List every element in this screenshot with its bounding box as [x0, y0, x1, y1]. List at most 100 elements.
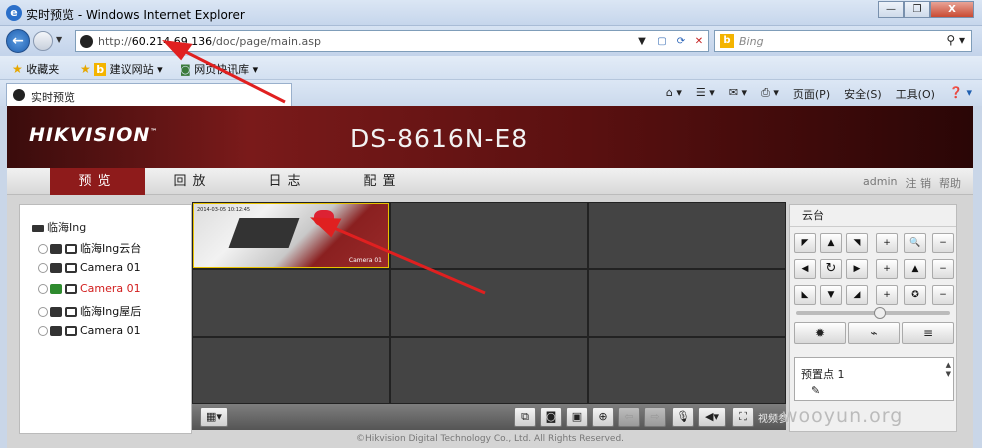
ptz-down-left-button[interactable]: ◣ [794, 285, 816, 305]
page-menu[interactable]: 页面(P) [793, 86, 830, 102]
focus-far-button[interactable]: − [932, 259, 954, 279]
menu-preview[interactable]: 预览 [50, 168, 145, 195]
zoom-out-button[interactable]: − [932, 233, 954, 253]
stop-all-preview-button[interactable]: ⧉ [514, 407, 536, 427]
iris-icon[interactable]: ✪ [904, 285, 926, 305]
video-window[interactable] [391, 337, 587, 403]
suggested-sites-link[interactable]: ★ b 建议网站 ▾ [80, 61, 163, 77]
tree-root[interactable]: 临海Ing [32, 219, 86, 235]
favorites-button[interactable]: ★ 收藏夹 [12, 61, 59, 77]
home-icon[interactable]: ⌂ ▾ [666, 86, 682, 102]
tree-item[interactable]: Camera 01 [38, 261, 141, 274]
ptz-speed-slider[interactable] [796, 307, 950, 319]
print-icon[interactable]: ⎙ ▾ [761, 86, 779, 102]
forward-button[interactable] [33, 31, 53, 51]
video-window[interactable] [589, 203, 785, 269]
video-window[interactable] [193, 270, 389, 336]
tree-item[interactable]: Camera 01 [38, 324, 141, 337]
tree-item-active[interactable]: Camera 01 [38, 282, 141, 295]
video-window[interactable] [589, 270, 785, 336]
ptz-right-button[interactable]: ▶ [846, 259, 868, 279]
ptz-left-button[interactable]: ◀ [794, 259, 816, 279]
favorites-star-icon: ★ [12, 62, 23, 76]
video-window-selected[interactable]: 2014-03-05 10:12:45 Camera 01 [193, 203, 389, 269]
iris-close-button[interactable]: − [932, 285, 954, 305]
focus-icon[interactable]: ▲ [904, 259, 926, 279]
bing-icon: b [720, 34, 734, 48]
menu-config[interactable]: 配置 [335, 168, 430, 195]
prev-page-button[interactable]: ⇦ [618, 407, 640, 427]
microphone-icon[interactable]: 🎙 [672, 407, 694, 427]
browser-tab[interactable]: 实时预览 [6, 83, 292, 106]
ie-icon: e [6, 5, 22, 21]
device-model: DS-8616N-E8 [350, 124, 529, 153]
ptz-up-right-button[interactable]: ◥ [846, 233, 868, 253]
device-tree: 临海Ing 临海Ing云台 Camera 01 Camera 01 临海Ing屋… [19, 204, 192, 434]
web-slice-gallery-link[interactable]: ◙ 网页快讯库 ▾ [180, 61, 258, 77]
iris-open-button[interactable]: + [876, 285, 898, 305]
video-window[interactable] [391, 203, 587, 269]
menu-log[interactable]: 日志 [240, 168, 335, 195]
refresh-icon[interactable]: ⟳ [673, 34, 689, 50]
window-titlebar: e 实时预览 - Windows Internet Explorer — ❐ X [0, 0, 982, 26]
zoom-icon[interactable]: ⊕ [592, 407, 614, 427]
compat-view-icon[interactable]: ▢ [654, 34, 670, 50]
more-menu-button[interactable]: ≡ [902, 322, 954, 344]
header-banner: HIKVISION™ DS-8616N-E8 [7, 106, 973, 168]
close-button[interactable]: X [930, 1, 974, 18]
fullscreen-button[interactable]: ⛶ [732, 407, 754, 427]
zoom-icon[interactable]: 🔍 [904, 233, 926, 253]
slider-knob[interactable] [874, 307, 886, 319]
search-input[interactable]: Bing [739, 35, 764, 48]
preset-item[interactable]: 预置点 1 [801, 366, 845, 382]
ptz-up-button[interactable]: ▲ [820, 233, 842, 253]
preset-edit-icon[interactable]: ✎ [811, 384, 820, 397]
help-icon[interactable]: ❓ ▾ [949, 86, 972, 102]
menu-playback[interactable]: 回放 [145, 168, 240, 195]
stop-icon[interactable]: ✕ [691, 34, 707, 50]
help-link[interactable]: 帮助 [939, 175, 961, 191]
focus-near-button[interactable]: + [876, 259, 898, 279]
video-window[interactable] [589, 337, 785, 403]
logout-link[interactable]: 注 销 [906, 175, 932, 191]
video-toolbar: ▦▾ ⧉ ◙ ▣ ⊕ ⇦ ⇨ 🎙 ◀▾ ⛶ 视频参数 [192, 404, 798, 430]
preset-list[interactable]: 预置点 1 ▲ ▼ ✎ [794, 357, 954, 401]
record-button[interactable]: ▣ [566, 407, 588, 427]
capture-button[interactable]: ◙ [540, 407, 562, 427]
ptz-down-right-button[interactable]: ◢ [846, 285, 868, 305]
tree-item[interactable]: 临海Ing云台 [38, 240, 141, 256]
address-bar[interactable]: http://60.214.69.136/doc/page/main.asp ▼… [75, 30, 709, 52]
address-dropdown-icon[interactable]: ▼ [634, 34, 650, 50]
ptz-link-icon [38, 307, 48, 317]
video-camera-label: Camera 01 [348, 257, 382, 265]
history-dropdown-icon[interactable]: ▼ [56, 35, 62, 44]
preset-scroll-icon[interactable]: ▲ ▼ [946, 361, 951, 379]
layout-grid-button[interactable]: ▦▾ [200, 407, 228, 427]
address-url[interactable]: http://60.214.69.136/doc/page/main.asp [98, 35, 321, 48]
restore-button[interactable]: ❐ [904, 1, 930, 18]
tools-menu[interactable]: 工具(O) [896, 86, 935, 102]
minimize-button[interactable]: — [878, 1, 904, 18]
light-button[interactable]: ✹ [794, 322, 846, 344]
copyright: ©Hikvision Digital Technology Co., Ltd. … [355, 434, 625, 444]
video-window[interactable] [391, 270, 587, 336]
wiper-button[interactable]: ⌁ [848, 322, 900, 344]
mail-icon[interactable]: ✉ ▾ [729, 86, 747, 102]
ptz-panel: 云台 ◤ ▲ ◥ + 🔍 − ◀ ↻ ▶ + ▲ − ◣ ▼ ◢ + ✪ − ✹… [789, 204, 957, 432]
search-box[interactable]: b Bing ⚲ ▾ [714, 30, 972, 52]
auto-scan-icon[interactable]: ↻ [820, 259, 842, 279]
bing-small-icon: b [94, 63, 107, 76]
volume-icon[interactable]: ◀▾ [698, 407, 726, 427]
ptz-up-left-button[interactable]: ◤ [794, 233, 816, 253]
video-window[interactable] [193, 337, 389, 403]
tree-item[interactable]: 临海Ing屋后 [38, 303, 141, 319]
back-button[interactable]: ← [6, 29, 30, 53]
video-scene-desk [228, 218, 300, 248]
safety-menu[interactable]: 安全(S) [844, 86, 882, 102]
next-page-button[interactable]: ⇨ [644, 407, 666, 427]
search-icon[interactable]: ⚲ ▾ [946, 33, 965, 47]
feeds-icon[interactable]: ☰ ▾ [696, 86, 715, 102]
record-icon [65, 326, 77, 336]
zoom-in-button[interactable]: + [876, 233, 898, 253]
ptz-down-button[interactable]: ▼ [820, 285, 842, 305]
